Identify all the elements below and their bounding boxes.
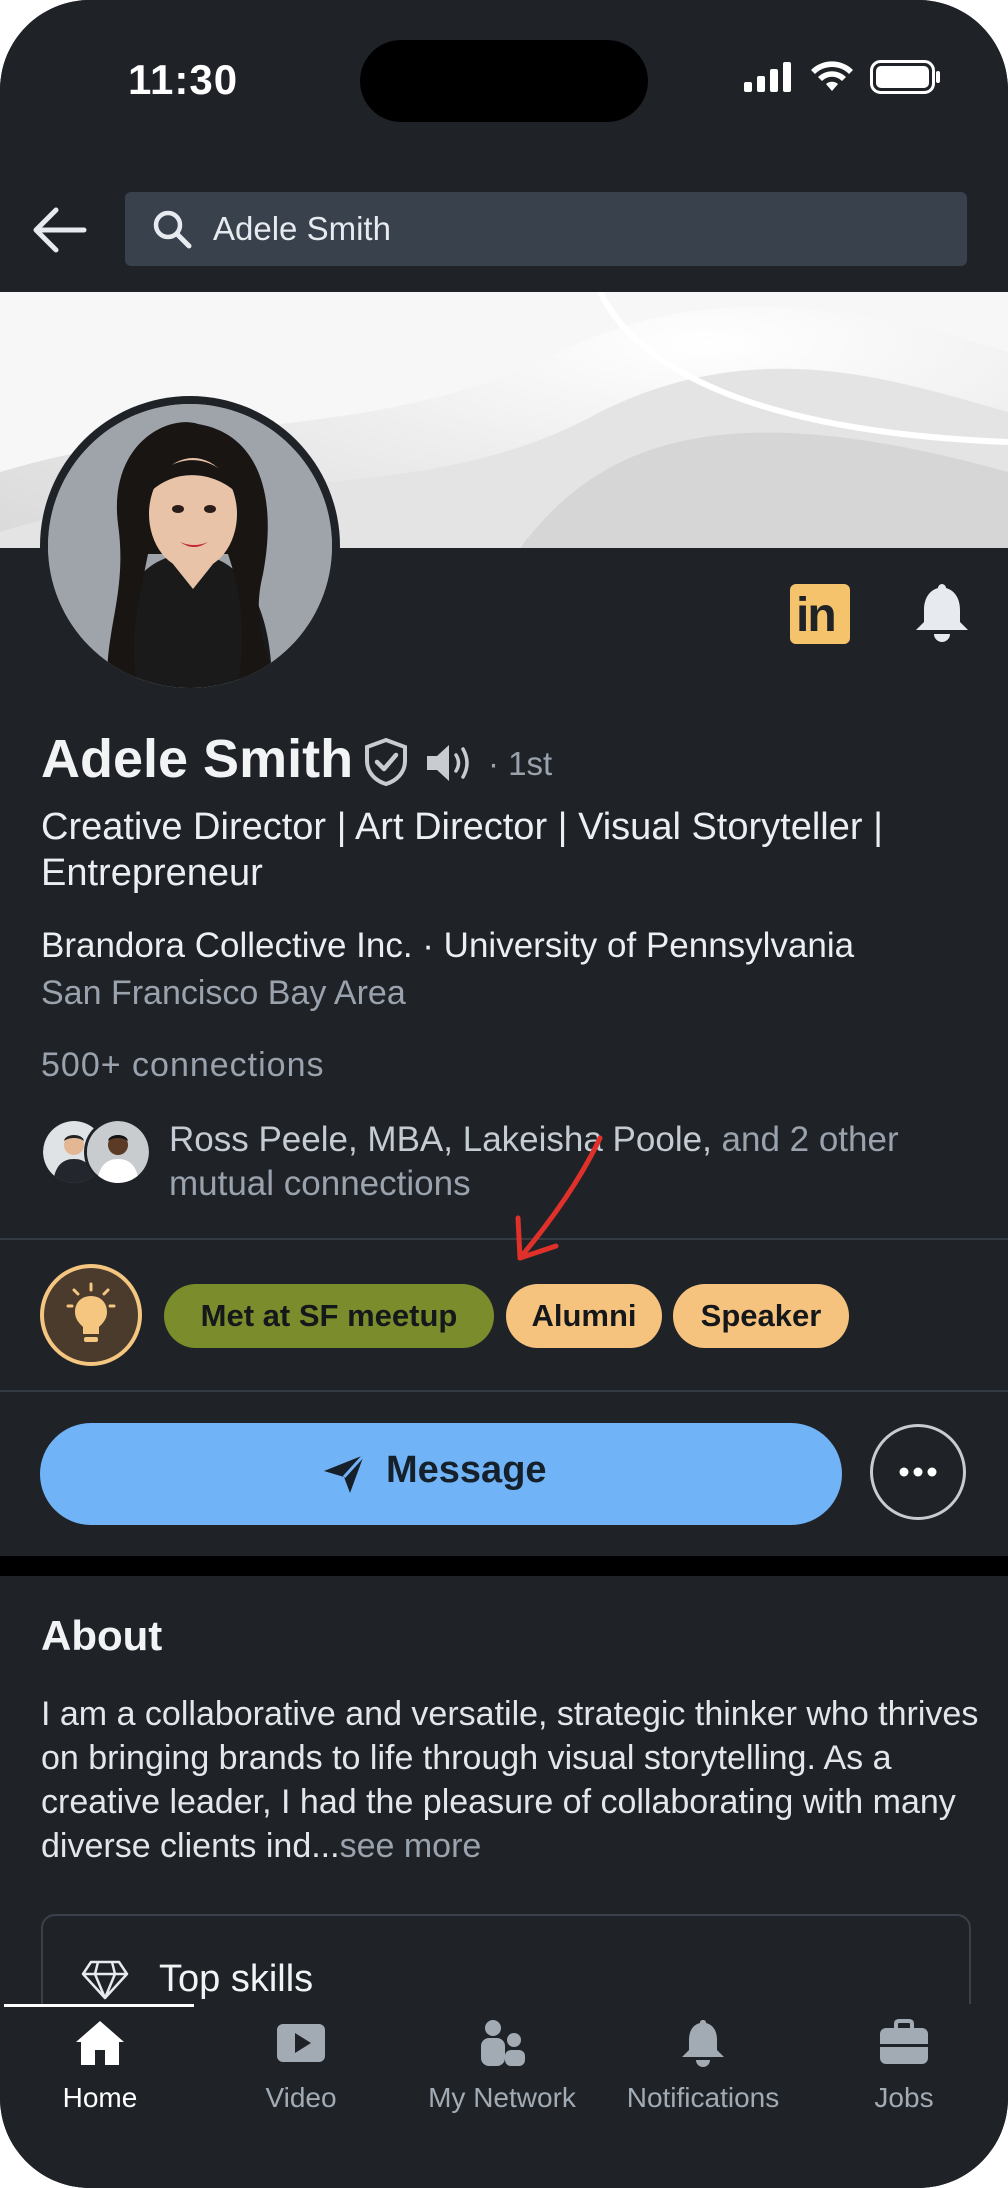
message-button-label: Message [386,1449,547,1491]
active-tab-indicator [4,2004,194,2007]
about-body: I am a collaborative and versatile, stra… [41,1695,979,1865]
screen: 11:30 Adele Smith in Adele Smith · 1st C… [0,0,1008,2188]
status-icons [744,60,942,94]
tab-notifications-label: Notifications [626,2082,780,2113]
avatar-photo [48,404,332,688]
phone-frame: 11:30 Adele Smith in Adele Smith · 1st C… [0,0,1008,2188]
profile-name: Adele Smith [41,729,354,789]
mutual-avatar-2 [84,1118,152,1186]
tab-jobs[interactable]: Jobs [804,2018,1004,2114]
annotation-arrow [515,1135,603,1261]
dynamic-island [360,40,648,122]
home-icon [76,2021,124,2065]
more-dots-icon [899,1467,937,1477]
video-icon [277,2024,325,2062]
wifi-icon [811,61,853,91]
top-skills-title: Top skills [159,1958,314,2000]
message-button[interactable]: Message [40,1423,842,1525]
briefcase-icon [880,2019,928,2064]
divider-bottom [0,1390,1008,1392]
mutual-avatars[interactable] [40,1118,152,1186]
tab-jobs-label: Jobs [874,2082,934,2113]
status-time: 11:30 [128,56,239,103]
tab-notifications[interactable]: Notifications [603,2018,803,2114]
search-icon [153,210,192,249]
tab-my-network-label: My Network [428,2082,576,2113]
mutual-names: Ross Peele, MBA, Lakeisha Poole, [169,1120,712,1159]
search-header: Adele Smith [0,170,1008,292]
bottom-tab-bar: Home Video My Network Notifications Jobs [0,2004,1008,2188]
battery-icon [870,60,940,94]
send-icon [324,1453,366,1493]
connections-count[interactable]: 500+ connections [41,1046,324,1085]
tab-home[interactable]: Home [0,2018,200,2114]
profile-location: San Francisco Bay Area [41,974,406,1012]
search-input[interactable]: Adele Smith [125,192,967,266]
tag-speaker[interactable]: Speaker [673,1284,849,1348]
more-options-button[interactable] [870,1424,966,1520]
see-more-link[interactable]: see more [340,1827,482,1865]
network-icon [481,2020,525,2066]
profile-headline: Creative Director | Art Director | Visua… [41,806,883,894]
bell-icon [682,2020,724,2067]
tab-home-label: Home [62,2082,138,2113]
tab-my-network[interactable]: My Network [402,2018,602,2114]
linkedin-icon[interactable]: in [790,584,850,644]
section-separator [0,1556,1008,1576]
tag-met-at-sf-meetup[interactable]: Met at SF meetup [164,1284,494,1348]
about-heading: About [41,1612,163,1659]
signal-icon [744,62,791,92]
pronunciation-speaker-icon[interactable] [425,742,475,784]
verified-shield-icon[interactable] [362,737,410,787]
diamond-icon [81,1960,129,2000]
tag-alumni[interactable]: Alumni [506,1284,662,1348]
lightbulb-icon [66,1282,116,1342]
tab-video-label: Video [265,2082,337,2113]
notification-bell-icon[interactable] [912,580,972,644]
insight-bulb-button[interactable] [40,1264,142,1366]
tab-video[interactable]: Video [201,2018,401,2114]
about-text: I am a collaborative and versatile, stra… [41,1692,981,1868]
status-bar: 11:30 [0,0,1008,170]
profile-avatar[interactable] [40,396,340,696]
connection-degree: · 1st [488,745,553,782]
back-arrow-icon[interactable] [30,204,90,256]
profile-company-school[interactable]: Brandora Collective Inc. · University of… [41,926,854,966]
search-text: Adele Smith [213,210,391,247]
